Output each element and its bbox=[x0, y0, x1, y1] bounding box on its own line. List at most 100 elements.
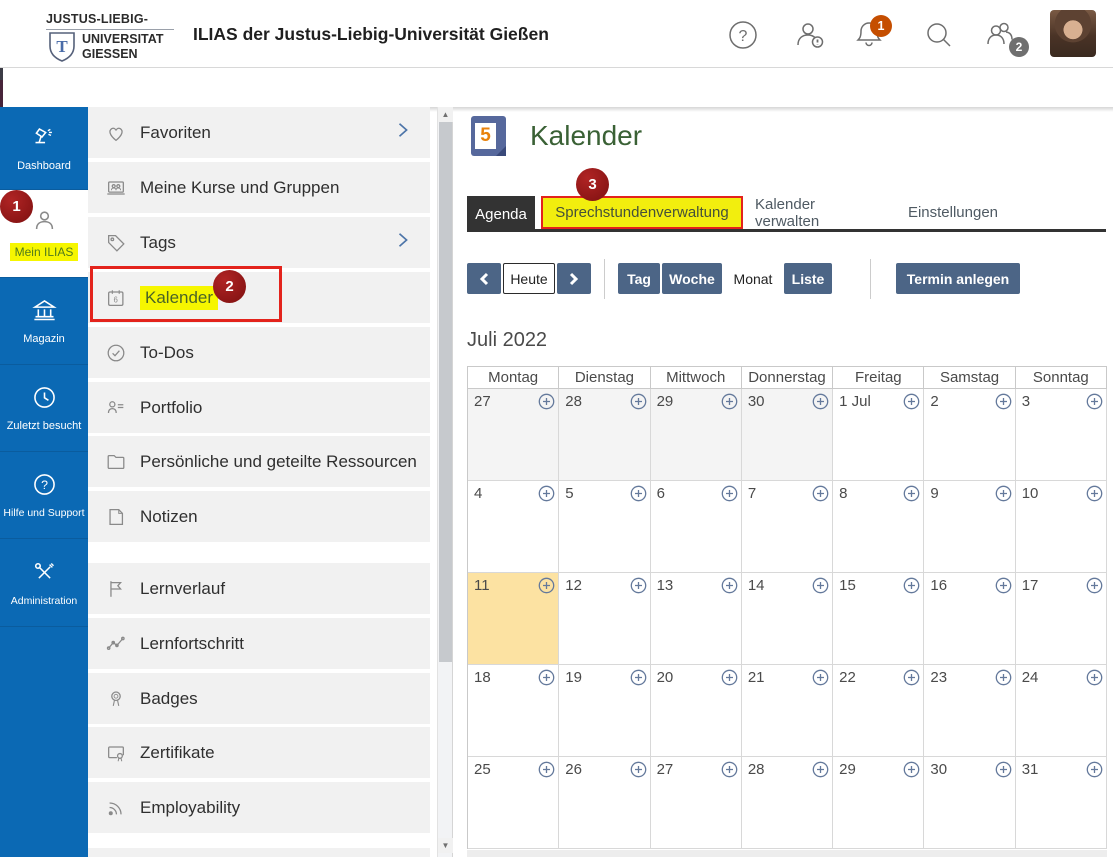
day-cell[interactable]: 19 bbox=[559, 665, 651, 757]
add-appointment-plus-icon[interactable] bbox=[1086, 669, 1103, 686]
day-cell[interactable]: 22 bbox=[833, 665, 925, 757]
day-cell[interactable]: 30 bbox=[924, 757, 1016, 849]
tab-kalender-verwalten[interactable]: Kalender verwalten bbox=[755, 196, 883, 230]
menu-item-employability[interactable]: Employability bbox=[88, 782, 430, 833]
day-cell[interactable]: 5 bbox=[559, 481, 651, 573]
add-appointment-plus-icon[interactable] bbox=[538, 577, 555, 594]
day-cell[interactable]: 9 bbox=[924, 481, 1016, 573]
add-appointment-plus-icon[interactable] bbox=[903, 393, 920, 410]
day-cell[interactable]: 20 bbox=[650, 665, 742, 757]
rail-item-magazin[interactable]: Magazin bbox=[0, 278, 88, 365]
menu-item-kalender[interactable]: 6 Kalender bbox=[88, 272, 430, 323]
day-cell[interactable]: 2 bbox=[924, 389, 1016, 481]
day-cell[interactable]: 10 bbox=[1015, 481, 1107, 573]
day-cell[interactable]: 29 bbox=[650, 389, 742, 481]
day-cell[interactable]: 23 bbox=[924, 665, 1016, 757]
add-appointment-plus-icon[interactable] bbox=[995, 669, 1012, 686]
rail-item-dashboard[interactable]: Dashboard bbox=[0, 107, 88, 190]
add-appointment-plus-icon[interactable] bbox=[903, 761, 920, 778]
day-cell[interactable]: 26 bbox=[559, 757, 651, 849]
view-tag-button[interactable]: Tag bbox=[618, 263, 660, 294]
add-appointment-plus-icon[interactable] bbox=[538, 669, 555, 686]
menu-item-to-dos[interactable]: To-Dos bbox=[88, 327, 430, 378]
add-appointment-plus-icon[interactable] bbox=[903, 577, 920, 594]
add-appointment-plus-icon[interactable] bbox=[812, 669, 829, 686]
add-appointment-plus-icon[interactable] bbox=[630, 393, 647, 410]
add-appointment-plus-icon[interactable] bbox=[812, 577, 829, 594]
add-appointment-plus-icon[interactable] bbox=[721, 761, 738, 778]
create-appointment-button[interactable]: Termin anlegen bbox=[896, 263, 1020, 294]
scrollbar-thumb[interactable] bbox=[439, 122, 452, 662]
day-cell[interactable]: 13 bbox=[650, 573, 742, 665]
day-cell[interactable]: 27 bbox=[650, 757, 742, 849]
day-cell[interactable]: 30 bbox=[741, 389, 834, 481]
day-cell[interactable]: 25 bbox=[468, 757, 560, 849]
add-appointment-plus-icon[interactable] bbox=[1086, 393, 1103, 410]
day-cell[interactable]: 28 bbox=[559, 389, 651, 481]
day-cell[interactable]: 12 bbox=[559, 573, 651, 665]
day-cell[interactable]: 1 Jul bbox=[833, 389, 925, 481]
day-cell[interactable]: 24 bbox=[1015, 665, 1107, 757]
add-appointment-plus-icon[interactable] bbox=[812, 393, 829, 410]
day-cell[interactable]: 21 bbox=[741, 665, 834, 757]
add-appointment-plus-icon[interactable] bbox=[812, 761, 829, 778]
add-appointment-plus-icon[interactable] bbox=[812, 485, 829, 502]
add-appointment-plus-icon[interactable] bbox=[903, 669, 920, 686]
menu-item-badges[interactable]: Badges bbox=[88, 673, 430, 724]
search-icon[interactable] bbox=[922, 18, 956, 52]
add-appointment-plus-icon[interactable] bbox=[630, 761, 647, 778]
menu-item-notizen[interactable]: Notizen bbox=[88, 491, 430, 542]
add-appointment-plus-icon[interactable] bbox=[995, 761, 1012, 778]
day-cell[interactable]: 3 bbox=[1015, 389, 1107, 481]
tab-sprechstundenverwaltung[interactable]: Sprechstundenverwaltung bbox=[541, 196, 743, 229]
rail-item-hilfe-und-support[interactable]: ? Hilfe und Support bbox=[0, 452, 88, 539]
add-appointment-plus-icon[interactable] bbox=[995, 485, 1012, 502]
add-appointment-plus-icon[interactable] bbox=[630, 485, 647, 502]
view-liste-button[interactable]: Liste bbox=[784, 263, 832, 294]
tab-einstellungen[interactable]: Einstellungen bbox=[905, 196, 1001, 229]
add-appointment-plus-icon[interactable] bbox=[1086, 761, 1103, 778]
add-appointment-plus-icon[interactable] bbox=[995, 393, 1012, 410]
menu-item-portfolio[interactable]: Portfolio bbox=[88, 382, 430, 433]
menu-item-favoriten[interactable]: Favoriten bbox=[88, 107, 430, 158]
add-appointment-plus-icon[interactable] bbox=[903, 485, 920, 502]
view-woche-button[interactable]: Woche bbox=[662, 263, 722, 294]
prev-period-button[interactable] bbox=[467, 263, 501, 294]
day-cell[interactable]: 16 bbox=[924, 573, 1016, 665]
add-appointment-plus-icon[interactable] bbox=[630, 669, 647, 686]
add-appointment-plus-icon[interactable] bbox=[721, 577, 738, 594]
help-icon[interactable]: ? bbox=[726, 18, 760, 52]
day-cell[interactable]: 18 bbox=[468, 665, 560, 757]
day-cell[interactable]: 17 bbox=[1015, 573, 1107, 665]
day-cell[interactable]: 28 bbox=[741, 757, 834, 849]
next-period-button[interactable] bbox=[557, 263, 591, 294]
add-appointment-plus-icon[interactable] bbox=[538, 393, 555, 410]
day-cell[interactable]: 27 bbox=[468, 389, 560, 481]
day-cell[interactable]: 8 bbox=[833, 481, 925, 573]
day-cell[interactable]: 29 bbox=[833, 757, 925, 849]
add-appointment-plus-icon[interactable] bbox=[1086, 577, 1103, 594]
day-cell[interactable]: 31 bbox=[1015, 757, 1107, 849]
add-appointment-plus-icon[interactable] bbox=[995, 577, 1012, 594]
university-logo[interactable]: JUSTUS-LIEBIG- T UNIVERSITAT GIESSEN bbox=[22, 6, 174, 64]
tab-agenda[interactable]: Agenda bbox=[467, 196, 535, 232]
menu-item-tags[interactable]: Tags bbox=[88, 217, 430, 268]
rail-item-zuletzt-besucht[interactable]: Zuletzt besucht bbox=[0, 365, 88, 452]
add-appointment-plus-icon[interactable] bbox=[721, 393, 738, 410]
view-monat-button[interactable]: Monat bbox=[724, 263, 782, 294]
day-cell[interactable]: 7 bbox=[741, 481, 834, 573]
scrollbar-up-arrow[interactable]: ▲ bbox=[438, 107, 453, 122]
menu-item-zertifikate[interactable]: Zertifikate bbox=[88, 727, 430, 778]
menu-item-persoenliche-ressourcen[interactable]: Persönliche und geteilte Ressourcen bbox=[88, 436, 430, 487]
menu-item-lernfortschritt[interactable]: Lernfortschritt bbox=[88, 618, 430, 669]
day-cell[interactable]: 14 bbox=[741, 573, 834, 665]
rail-item-administration[interactable]: Administration bbox=[0, 539, 88, 627]
menu-item-lernverlauf[interactable]: Lernverlauf bbox=[88, 563, 430, 614]
day-cell[interactable]: 4 bbox=[468, 481, 560, 573]
user-avatar[interactable] bbox=[1050, 10, 1096, 57]
add-appointment-plus-icon[interactable] bbox=[721, 669, 738, 686]
scrollbar-down-arrow[interactable]: ▼ bbox=[438, 838, 453, 853]
add-appointment-plus-icon[interactable] bbox=[538, 485, 555, 502]
day-cell[interactable]: 15 bbox=[833, 573, 925, 665]
add-appointment-plus-icon[interactable] bbox=[721, 485, 738, 502]
